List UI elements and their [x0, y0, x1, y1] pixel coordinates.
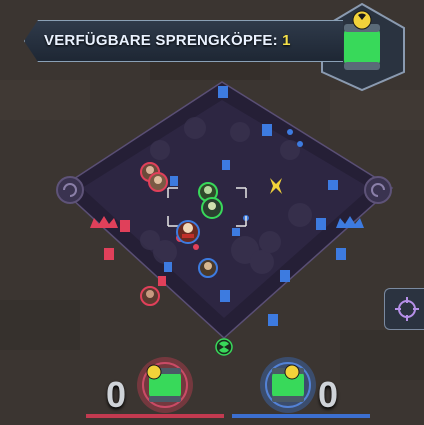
red-team-score: 0	[106, 374, 127, 415]
warhead-spawn-icon	[215, 338, 233, 356]
red-team-bar	[86, 414, 224, 418]
blue-tower-icon	[170, 176, 178, 186]
blue-team-bar	[232, 414, 370, 418]
warhead-banner-label: VERFÜGBARE SPRENGKÖPFE:	[44, 32, 278, 49]
red-tower-icon	[104, 248, 114, 260]
blue-team-warhead-canister	[260, 357, 316, 413]
blue-tower-icon	[328, 180, 338, 190]
blue-tower-icon	[280, 270, 290, 282]
game-screen: VERFÜGBARE SPRENGKÖPFE: 1 0 0	[0, 0, 424, 425]
blue-minion-icon	[297, 141, 303, 147]
red-minion-icon	[193, 244, 199, 250]
blue-team-score: 0	[318, 374, 339, 415]
hero-portrait-player[interactable]	[176, 220, 200, 244]
red-tower-icon	[120, 220, 130, 232]
hero-portrait-blue-1[interactable]	[198, 258, 218, 278]
blue-tower-icon	[336, 248, 346, 260]
hero-portrait-red-3[interactable]	[140, 286, 160, 306]
hero-portrait-red-2[interactable]	[148, 172, 168, 192]
blue-tower-icon	[164, 262, 172, 272]
right-portal	[364, 176, 392, 204]
warhead-banner-text: VERFÜGBARE SPRENGKÖPFE: 1	[44, 31, 291, 51]
blue-tower-icon	[222, 160, 230, 170]
warhead-count: 1	[282, 32, 291, 49]
blue-tower-icon	[232, 228, 240, 236]
blue-tower-icon	[220, 290, 230, 302]
locate-button[interactable]	[384, 288, 424, 330]
blue-tower-icon	[218, 86, 228, 98]
left-portal	[56, 176, 84, 204]
red-team-warhead-canister	[137, 357, 193, 413]
crosshair-icon	[395, 297, 419, 321]
red-tower-icon	[158, 276, 166, 286]
blue-minion-icon	[287, 129, 293, 135]
hero-portrait-green-2[interactable]	[201, 197, 223, 219]
blue-tower-icon	[316, 218, 326, 230]
blue-tower-icon	[268, 314, 278, 326]
battleground-minimap	[0, 0, 424, 425]
blue-tower-icon	[262, 124, 272, 136]
